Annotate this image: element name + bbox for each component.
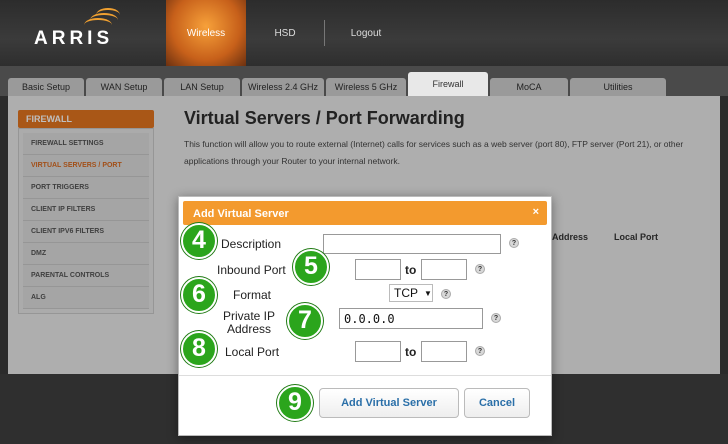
nav-hsd[interactable]: HSD [246, 0, 324, 66]
chevron-down-icon: ▼ [424, 288, 432, 298]
format-select[interactable]: TCP ▼ [389, 284, 433, 302]
tab-wireless-2-4-ghz[interactable]: Wireless 2.4 GHz [242, 78, 324, 96]
local-to-label: to [405, 345, 417, 359]
nav-logout[interactable]: Logout [325, 0, 407, 66]
inbound-port-help-icon[interactable]: ? [475, 264, 485, 274]
private-ip-input[interactable] [339, 308, 483, 329]
private-ip-label: Private IP Address [223, 310, 275, 336]
tab-utilities[interactable]: Utilities [570, 78, 666, 96]
dialog-divider [179, 375, 551, 376]
local-port-help-icon[interactable]: ? [475, 346, 485, 356]
add-virtual-server-dialog: Add Virtual Server × Description ? Inbou… [178, 196, 552, 436]
step-badge-9: 9 [277, 385, 313, 421]
local-port-end-input[interactable] [421, 341, 467, 362]
nav-wireless[interactable]: Wireless [166, 0, 246, 66]
private-ip-help-icon[interactable]: ? [491, 313, 501, 323]
tab-wan-setup[interactable]: WAN Setup [86, 78, 162, 96]
close-icon[interactable]: × [533, 206, 539, 218]
local-port-start-input[interactable] [355, 341, 401, 362]
format-help-icon[interactable]: ? [441, 289, 451, 299]
inbound-port-end-input[interactable] [421, 259, 467, 280]
format-selected-value: TCP [394, 286, 418, 300]
dialog-header: Add Virtual Server [183, 201, 547, 225]
tab-basic-setup[interactable]: Basic Setup [8, 78, 84, 96]
inbound-to-label: to [405, 263, 417, 277]
step-badge-7: 7 [287, 303, 323, 339]
description-input[interactable] [323, 234, 501, 254]
cancel-button[interactable]: Cancel [464, 388, 530, 418]
tab-moca[interactable]: MoCA [490, 78, 568, 96]
local-port-label: Local Port [225, 345, 280, 359]
tab-lan-setup[interactable]: LAN Setup [164, 78, 240, 96]
step-badge-8: 8 [181, 331, 217, 367]
format-label: Format [233, 288, 272, 302]
description-help-icon[interactable]: ? [509, 238, 519, 248]
step-badge-6: 6 [181, 277, 217, 313]
tab-wireless-5-ghz[interactable]: Wireless 5 GHz [326, 78, 406, 96]
top-nav: Wireless HSD Logout [166, 0, 407, 66]
main-tabs: Basic Setup WAN Setup LAN Setup Wireless 2.… [8, 72, 668, 96]
inbound-port-label: Inbound Port [217, 263, 286, 277]
add-virtual-server-button[interactable]: Add Virtual Server [319, 388, 459, 418]
inbound-port-start-input[interactable] [355, 259, 401, 280]
description-label: Description [221, 237, 282, 251]
logo-arcs-icon [84, 8, 120, 30]
dialog-title: Add Virtual Server [193, 208, 289, 220]
step-badge-4: 4 [181, 223, 217, 259]
tabs-row: Basic Setup WAN Setup LAN Setup Wireless 2.… [0, 66, 728, 96]
private-ip-label-line2: Address [227, 322, 272, 336]
top-bar: ARRIS Wireless HSD Logout [0, 0, 728, 66]
step-badge-5: 5 [293, 249, 329, 285]
tab-firewall[interactable]: Firewall [408, 72, 488, 96]
